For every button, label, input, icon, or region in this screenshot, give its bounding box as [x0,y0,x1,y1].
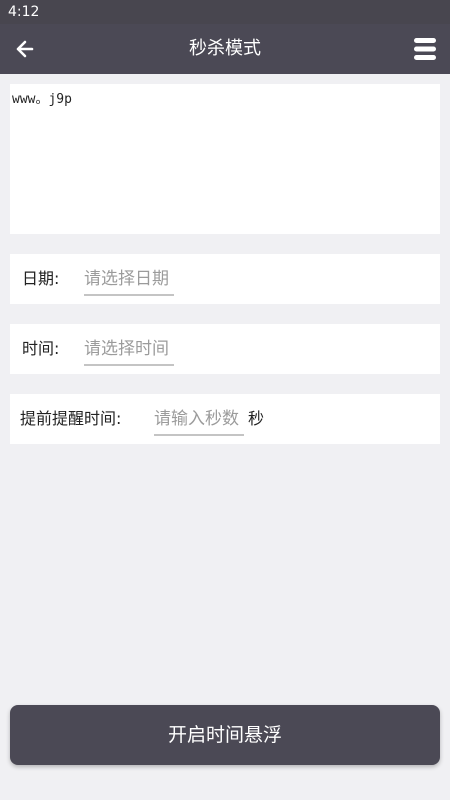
time-picker-field[interactable]: 请选择时间 [84,334,174,366]
menu-button[interactable] [412,36,438,62]
date-picker-field[interactable]: 请选择日期 [84,264,174,296]
status-bar: 4:12 [0,0,450,24]
reminder-label: 提前提醒时间: [20,409,122,428]
status-time: 4:12 [8,4,40,20]
date-row: 日期: 请选择日期 [10,254,440,304]
reminder-unit-label: 秒 [248,409,265,428]
hamburger-menu-icon [414,38,436,60]
page-title: 秒杀模式 [189,38,261,59]
date-label: 日期: [22,269,60,288]
app-bar: 秒杀模式 [0,24,450,74]
reminder-row: 提前提醒时间: 请输入秒数 秒 [10,394,440,444]
notes-text-area[interactable]: www。j9p [10,84,440,234]
arrow-left-icon [16,40,34,58]
back-button[interactable] [10,34,40,64]
start-float-button[interactable]: 开启时间悬浮 [10,705,440,765]
reminder-seconds-input[interactable]: 请输入秒数 [154,404,244,436]
time-label: 时间: [22,339,60,358]
time-row: 时间: 请选择时间 [10,324,440,374]
